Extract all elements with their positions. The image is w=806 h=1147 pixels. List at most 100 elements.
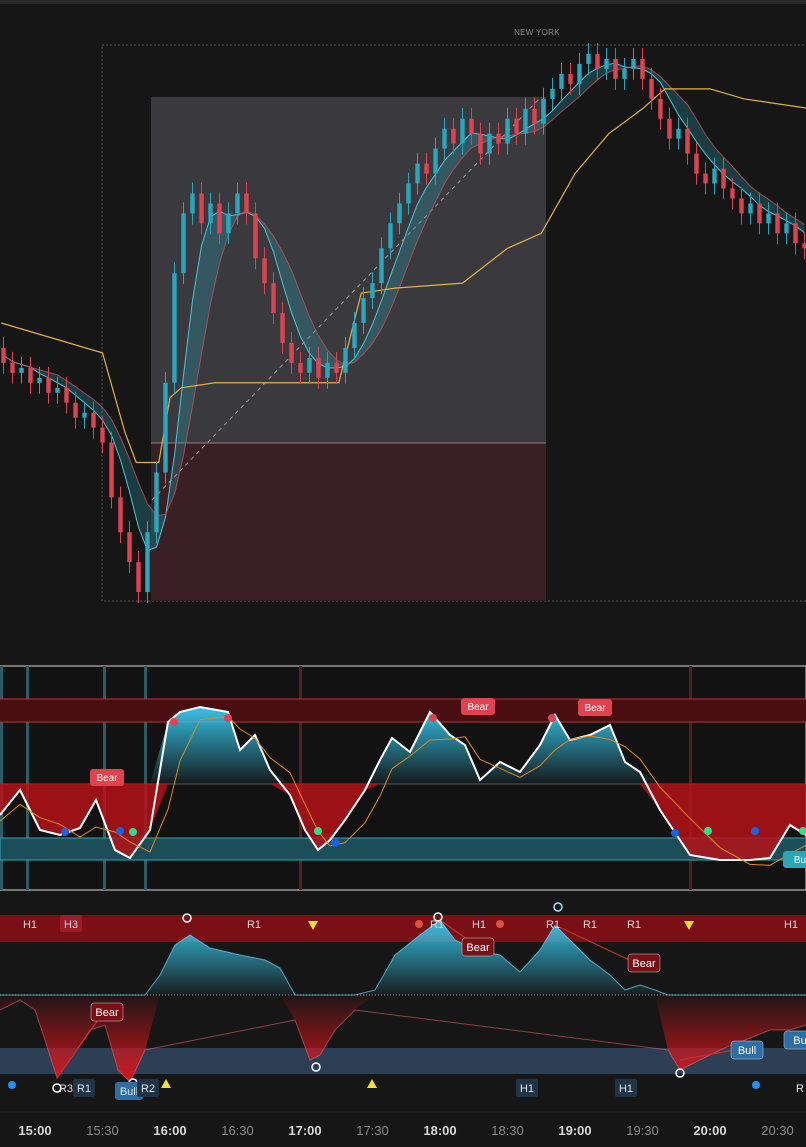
pane3-top-label: R1: [247, 919, 261, 931]
candle-body: [253, 213, 258, 259]
chart-stage[interactable]: NEW YORK Bear Bear Bear Bu H1 H3 R1 R1 H1 R1 R1 R1 H…: [0, 0, 806, 1147]
candle-body: [487, 133, 492, 154]
candle-body: [361, 298, 366, 323]
pane2-signal-dot: [548, 714, 556, 722]
candle-body: [541, 98, 546, 124]
pane3-top-band: [0, 915, 806, 942]
candle-body: [10, 362, 15, 373]
candle-body: [415, 163, 420, 184]
pane3-signal-label: Bear: [466, 942, 490, 954]
candle-body: [352, 323, 357, 348]
pane3-dot: [496, 920, 504, 928]
pane3-top-label: H1: [784, 919, 798, 931]
candle-body: [118, 497, 123, 533]
pane2-signal-dot: [170, 718, 178, 726]
candle-body: [514, 118, 519, 134]
pane3-signal-label: Bear: [632, 958, 656, 970]
pane3-top-label: R1: [583, 919, 597, 931]
candle-body: [136, 562, 141, 593]
pane3-triangle-marker: [161, 1079, 171, 1088]
pane3-bottom-label: R3: [59, 1083, 73, 1095]
pane3-dot: [415, 920, 423, 928]
pane2-signal-dot: [751, 827, 759, 835]
pane2-signal-dot: [116, 827, 124, 835]
candle-body: [424, 163, 429, 174]
pane3-pivot-marker: [553, 902, 563, 912]
candle-body: [658, 98, 663, 119]
x-tick-label: 19:00: [558, 1123, 591, 1138]
candle-body: [622, 68, 627, 79]
candle-body: [190, 193, 195, 214]
candle-body: [1, 347, 6, 363]
candle-body: [766, 213, 771, 224]
range-box-lower: [151, 443, 546, 601]
candle-body: [343, 347, 348, 373]
pane2-signal-dot: [61, 828, 69, 836]
candle-body: [46, 377, 51, 393]
candle-body: [145, 532, 150, 593]
pane2-signal-dot: [671, 829, 679, 837]
pane3-bottom-label: R2: [141, 1083, 155, 1095]
candle-body: [370, 283, 375, 299]
candle-body: [694, 153, 699, 174]
candle-body: [262, 258, 267, 284]
pane3-triangle-marker: [367, 1079, 377, 1088]
pane3-signal-label: Bear: [95, 1007, 119, 1019]
candle-body: [640, 58, 645, 79]
chart-svg[interactable]: Bear Bear Bear Bu H1 H3 R1 R1 H1 R1 R1 R1 H1 R3 R1 Bull…: [0, 0, 806, 1147]
candle-body: [478, 133, 483, 154]
candle-body: [604, 58, 609, 69]
x-tick-label: 16:00: [153, 1123, 186, 1138]
pane2-signal-dot: [224, 714, 232, 722]
x-tick-label: 16:30: [221, 1123, 254, 1138]
candle-body: [739, 198, 744, 214]
pane3-top-label: H1: [472, 919, 486, 931]
pane2-signal-label: Bear: [467, 702, 489, 713]
candle-body: [433, 148, 438, 174]
candle-body: [784, 223, 789, 234]
candle-body: [316, 357, 321, 378]
candle-body: [730, 188, 735, 199]
x-tick-label: 18:00: [423, 1123, 456, 1138]
candle-body: [496, 133, 501, 144]
candle-body: [154, 472, 159, 533]
candle-body: [280, 313, 285, 343]
candle-body: [379, 248, 384, 284]
candle-body: [568, 73, 573, 84]
candle-body: [748, 203, 753, 214]
candle-body: [397, 203, 402, 224]
pane2-signal-label: Bu: [794, 855, 806, 866]
candle-body: [271, 283, 276, 314]
pane3-dot: [752, 1081, 760, 1089]
candle-body: [469, 118, 474, 134]
pane2-signal-dot: [704, 827, 712, 835]
x-tick-label: 18:30: [491, 1123, 524, 1138]
pane2-signal-dot: [429, 714, 437, 722]
candle-body: [91, 412, 96, 428]
candle-body: [577, 63, 582, 84]
candle-body: [550, 88, 555, 99]
candle-body: [442, 128, 447, 149]
candle-body: [676, 128, 681, 139]
candle-body: [172, 273, 177, 383]
candle-body: [649, 78, 654, 99]
candle-body: [64, 387, 69, 403]
candle-body: [532, 108, 537, 124]
pane2-signal-dot: [129, 828, 137, 836]
candle-body: [793, 223, 798, 244]
candle-body: [181, 213, 186, 274]
candle-body: [298, 362, 303, 373]
candle-body: [712, 168, 717, 184]
candle-body: [244, 193, 249, 214]
pane3-dot: [8, 1081, 16, 1089]
pane3-bottom-label: H1: [619, 1083, 633, 1095]
pane2-signal-label: Bear: [584, 703, 606, 714]
candle-body: [757, 203, 762, 224]
candle-body: [406, 183, 411, 204]
candle-body: [73, 402, 78, 418]
pane2-signal-dot: [331, 839, 339, 847]
candle-body: [163, 382, 168, 473]
candle-body: [586, 53, 591, 64]
pane2-signal-label: Bear: [96, 773, 118, 784]
pane3-top-label: R1: [430, 919, 444, 931]
